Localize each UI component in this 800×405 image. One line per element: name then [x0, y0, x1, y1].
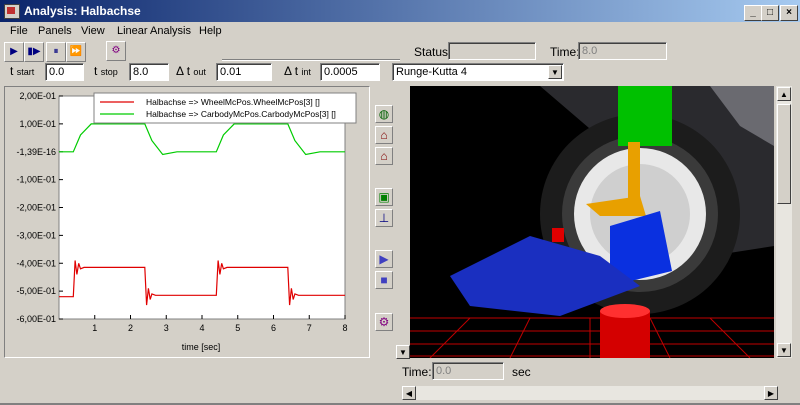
scroll-up-icon[interactable]: ▲	[777, 87, 791, 101]
marker-red	[552, 228, 564, 242]
home-alt-button[interactable]: ⌂	[375, 147, 393, 165]
app-icon	[4, 4, 20, 19]
home-icon: ⌂	[380, 128, 388, 142]
menu-file[interactable]: File	[10, 25, 28, 37]
step-button[interactable]: ▮▶	[24, 42, 44, 62]
y-tick-label: -5,00E-01	[16, 286, 56, 296]
view-settings-button[interactable]: ⚙	[375, 313, 393, 331]
t-start-label: t start	[10, 64, 35, 78]
window-title: Analysis: Halbachse	[24, 4, 141, 18]
y-tick-label: 2,00E-01	[19, 91, 56, 101]
title-bar: Analysis: Halbachse _ □ ×	[0, 0, 800, 22]
view-time-label: Time:	[402, 365, 432, 379]
y-tick-label: -1,39E-16	[16, 147, 56, 157]
x-tick-label: 1	[92, 323, 97, 333]
view-time-unit: sec	[512, 365, 531, 379]
y-tick-label: -4,00E-01	[16, 258, 56, 268]
scroll-right-icon[interactable]: ▶	[764, 386, 778, 400]
bottom-scrollbar[interactable]: ◀ ▶	[402, 386, 778, 400]
y-tick-label: -6,00E-01	[16, 314, 56, 324]
x-tick-label: 3	[164, 323, 169, 333]
x-tick-label: 5	[235, 323, 240, 333]
legend-label: Halbachse => WheelMcPos.WheelMcPos[3] []	[146, 97, 320, 107]
scroll-down-icon[interactable]: ▼	[777, 343, 791, 357]
integrator-select[interactable]: Runge-Kutta 4 ▼	[392, 63, 564, 81]
view-time-field: 0.0	[432, 362, 504, 380]
status-label: Status:	[414, 45, 452, 59]
x-tick-label: 8	[342, 323, 347, 333]
integrator-value: Runge-Kutta 4	[396, 66, 467, 78]
anim-play-button[interactable]: ▶	[375, 250, 393, 268]
ground-grid	[410, 317, 774, 358]
scroll-left-icon[interactable]: ◀	[402, 386, 416, 400]
fast-forward-icon: ⏩	[69, 46, 83, 57]
scroll-thumb[interactable]	[777, 104, 791, 204]
cube-icon: ▣	[378, 190, 390, 204]
x-tick-label: 4	[199, 323, 204, 333]
home-alt-icon: ⌂	[380, 149, 388, 163]
spring-top	[618, 86, 672, 146]
spring-bottom-cap	[600, 304, 650, 318]
menu-view[interactable]: View	[81, 25, 105, 37]
y-tick-label: -1,00E-01	[16, 175, 56, 185]
fast-forward-button[interactable]: ⏩	[66, 42, 86, 62]
minimize-button[interactable]: _	[744, 5, 762, 21]
dt-out-input[interactable]: 0.01	[216, 63, 272, 81]
pause-icon: ⏸	[53, 46, 59, 57]
panel-divider[interactable]	[400, 86, 410, 356]
y-tick-label: 1,00E-01	[19, 119, 56, 129]
pause-button[interactable]: ⏸	[46, 42, 66, 62]
x-tick-label: 7	[307, 323, 312, 333]
menu-linear-analysis[interactable]: Linear Analysis	[117, 25, 191, 37]
dt-int-label: Δ t int	[284, 64, 311, 78]
play-button[interactable]: ▶	[4, 42, 24, 62]
play-icon: ▶	[379, 252, 389, 266]
divider-scroll-down-icon[interactable]: ▼	[396, 345, 410, 359]
spring-bottom	[600, 311, 650, 358]
menu-help[interactable]: Help	[199, 25, 222, 37]
3d-scene	[410, 86, 774, 358]
home-button[interactable]: ⌂	[375, 126, 393, 144]
legend-label: Halbachse => CarbodyMcPos.CarbodyMcPos[3…	[146, 109, 336, 119]
chevron-down-icon[interactable]: ▼	[548, 65, 562, 79]
x-axis-label: time [sec]	[182, 342, 221, 352]
menu-panels[interactable]: Panels	[38, 25, 72, 37]
close-button[interactable]: ×	[780, 5, 798, 21]
t-stop-label: t stop	[94, 64, 118, 78]
plot-area	[58, 95, 346, 320]
globe-icon: ◍	[378, 107, 390, 121]
toolbar-divider	[222, 59, 400, 61]
maximize-button[interactable]: □	[761, 5, 779, 21]
settings-icon: ⚙	[378, 315, 390, 329]
line-chart: 2,00E-01 1,00E-01 -1,39E-16 -1,00E-01 -2,00E…	[16, 91, 357, 352]
cube-button[interactable]: ▣	[375, 188, 393, 206]
step-icon: ▮▶	[27, 46, 41, 57]
axes-icon: ⊥	[378, 211, 390, 225]
y-tick-label: -3,00E-01	[16, 230, 56, 240]
time-field: 8.0	[578, 42, 667, 60]
x-tick-label: 2	[128, 323, 133, 333]
settings-icon: ⚙	[111, 45, 121, 56]
anim-stop-button[interactable]: ■	[375, 271, 393, 289]
strut	[628, 142, 640, 202]
settings-button[interactable]: ⚙	[106, 41, 126, 61]
x-tick-label: 6	[271, 323, 276, 333]
status-field	[448, 42, 536, 60]
t-stop-input[interactable]: 8.0	[129, 63, 169, 81]
time-label: Time:	[550, 45, 580, 59]
y-tick-label: -2,00E-01	[16, 203, 56, 213]
globe-button[interactable]: ◍	[375, 105, 393, 123]
axes-button[interactable]: ⊥	[375, 209, 393, 227]
t-start-input[interactable]: 0.0	[45, 63, 84, 81]
play-icon: ▶	[10, 46, 18, 57]
3d-scrollbar[interactable]: ▲ ▼	[776, 86, 792, 358]
menu-bar: File Panels View Linear Analysis Help	[0, 22, 800, 40]
dt-int-input[interactable]: 0.0005	[320, 63, 380, 81]
stop-icon: ■	[380, 273, 388, 287]
dt-out-label: Δ t out	[176, 64, 206, 78]
legend: Halbachse => WheelMcPos.WheelMcPos[3] []…	[93, 92, 357, 124]
3d-viewport[interactable]	[410, 86, 774, 358]
